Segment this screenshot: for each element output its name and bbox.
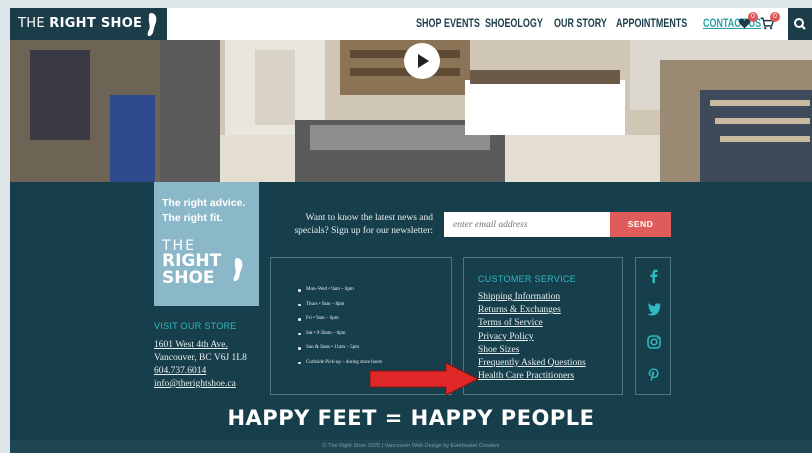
wishlist-count-badge: 0 — [748, 12, 758, 22]
footprint-icon — [233, 258, 243, 282]
hours-item: Thurs • 9am – 8pm — [298, 298, 382, 313]
store-video-thumbnail[interactable] — [10, 40, 812, 182]
red-arrow-annotation — [369, 362, 480, 396]
link-privacy-policy[interactable]: Privacy Policy — [478, 331, 586, 344]
phone-link[interactable]: 604.737.6014 — [154, 365, 247, 378]
link-health-care-practitioners[interactable]: Health Care Practitioners — [478, 370, 586, 383]
menu-item-shoeology[interactable]: SHOEOLOGY — [485, 18, 543, 30]
link-terms-of-service[interactable]: Terms of Service — [478, 317, 586, 330]
cart-button[interactable]: 0 — [760, 12, 780, 31]
social-links-box — [635, 257, 671, 395]
wishlist-button[interactable]: 0 — [738, 12, 758, 31]
logo-bold: RIGHT SHOE — [49, 16, 143, 31]
cart-count-badge: 0 — [770, 12, 780, 22]
newsletter-text: Want to know the latest news and special… — [294, 213, 433, 236]
customer-service-title: CUSTOMER SERVICE — [478, 274, 576, 284]
brand-line-2: RIGHT SHOE — [162, 253, 221, 287]
address-line-2: Vancouver, BC V6J 1L8 — [154, 353, 247, 363]
search-button[interactable] — [788, 8, 812, 40]
store-hours-list: Mon–Wed • 9am – 6pm Thurs • 9am – 8pm Fr… — [298, 283, 382, 370]
copyright-text: © The Right Shoe 2025 | Vancouver Web De… — [322, 443, 500, 449]
main-menu: SHOP EVENTS SHOEOLOGY OUR STORY APPOINTM… — [416, 8, 763, 40]
newsletter-send-button[interactable]: SEND — [610, 212, 671, 237]
visit-store-title: VISIT OUR STORE — [154, 321, 237, 331]
top-navigation: THE RIGHT SHOE SHOP EVENTS SHOEOLOGY OUR… — [10, 8, 812, 40]
footer-slogan: HAPPY FEET = HAPPY PEOPLE — [227, 406, 595, 430]
menu-item-appointments[interactable]: APPOINTMENTS — [616, 18, 687, 30]
hours-item: Sat • 9:30am – 6pm — [298, 327, 382, 342]
newsletter-email-input[interactable] — [444, 212, 610, 237]
pinterest-icon[interactable] — [646, 367, 662, 383]
site-footer: The right advice. The right fit. THE RIG… — [10, 182, 812, 453]
copyright-bar: © The Right Shoe 2025 | Vancouver Web De… — [10, 440, 812, 453]
hours-item: Mon–Wed • 9am – 6pm — [298, 283, 382, 298]
tagline-line-1: The right advice. — [162, 197, 246, 209]
facebook-icon[interactable] — [646, 268, 662, 284]
brand-tag-box: The right advice. The right fit. THE RIG… — [154, 182, 259, 306]
menu-item-events[interactable]: EVENTS — [444, 18, 480, 30]
brand-line-3-text: SHOE — [162, 268, 215, 288]
search-icon — [794, 18, 806, 30]
tagline: The right advice. The right fit. — [162, 196, 245, 226]
email-link[interactable]: info@therightshoe.ca — [154, 378, 247, 391]
footprint-icon — [147, 13, 157, 37]
menu-item-shop[interactable]: SHOP — [416, 18, 441, 30]
logo-prefix: THE — [18, 16, 50, 31]
link-shoe-sizes[interactable]: Shoe Sizes — [478, 344, 586, 357]
menu-item-our-story[interactable]: OUR STORY — [554, 18, 607, 30]
address-line-1[interactable]: 1601 West 4th Ave. — [154, 339, 247, 352]
customer-service-links: Shipping Information Returns & Exchanges… — [478, 291, 586, 383]
tagline-line-2: The right fit. — [162, 212, 223, 224]
link-returns-exchanges[interactable]: Returns & Exchanges — [478, 304, 586, 317]
link-shipping-information[interactable]: Shipping Information — [478, 291, 586, 304]
hours-item: Sun & Stats • 11am – 5pm — [298, 341, 382, 356]
site-logo[interactable]: THE RIGHT SHOE — [10, 8, 167, 40]
instagram-icon[interactable] — [646, 334, 662, 350]
play-button[interactable] — [404, 43, 440, 79]
nav-icons: 0 0 — [738, 8, 780, 40]
store-address: 1601 West 4th Ave. Vancouver, BC V6J 1L8… — [154, 339, 247, 391]
twitter-icon[interactable] — [646, 301, 662, 317]
customer-service-box: CUSTOMER SERVICE Shipping Information Re… — [463, 257, 623, 395]
link-faq[interactable]: Frequently Asked Questions — [478, 357, 586, 370]
hours-item: Fri • 9am – 6pm — [298, 312, 382, 327]
